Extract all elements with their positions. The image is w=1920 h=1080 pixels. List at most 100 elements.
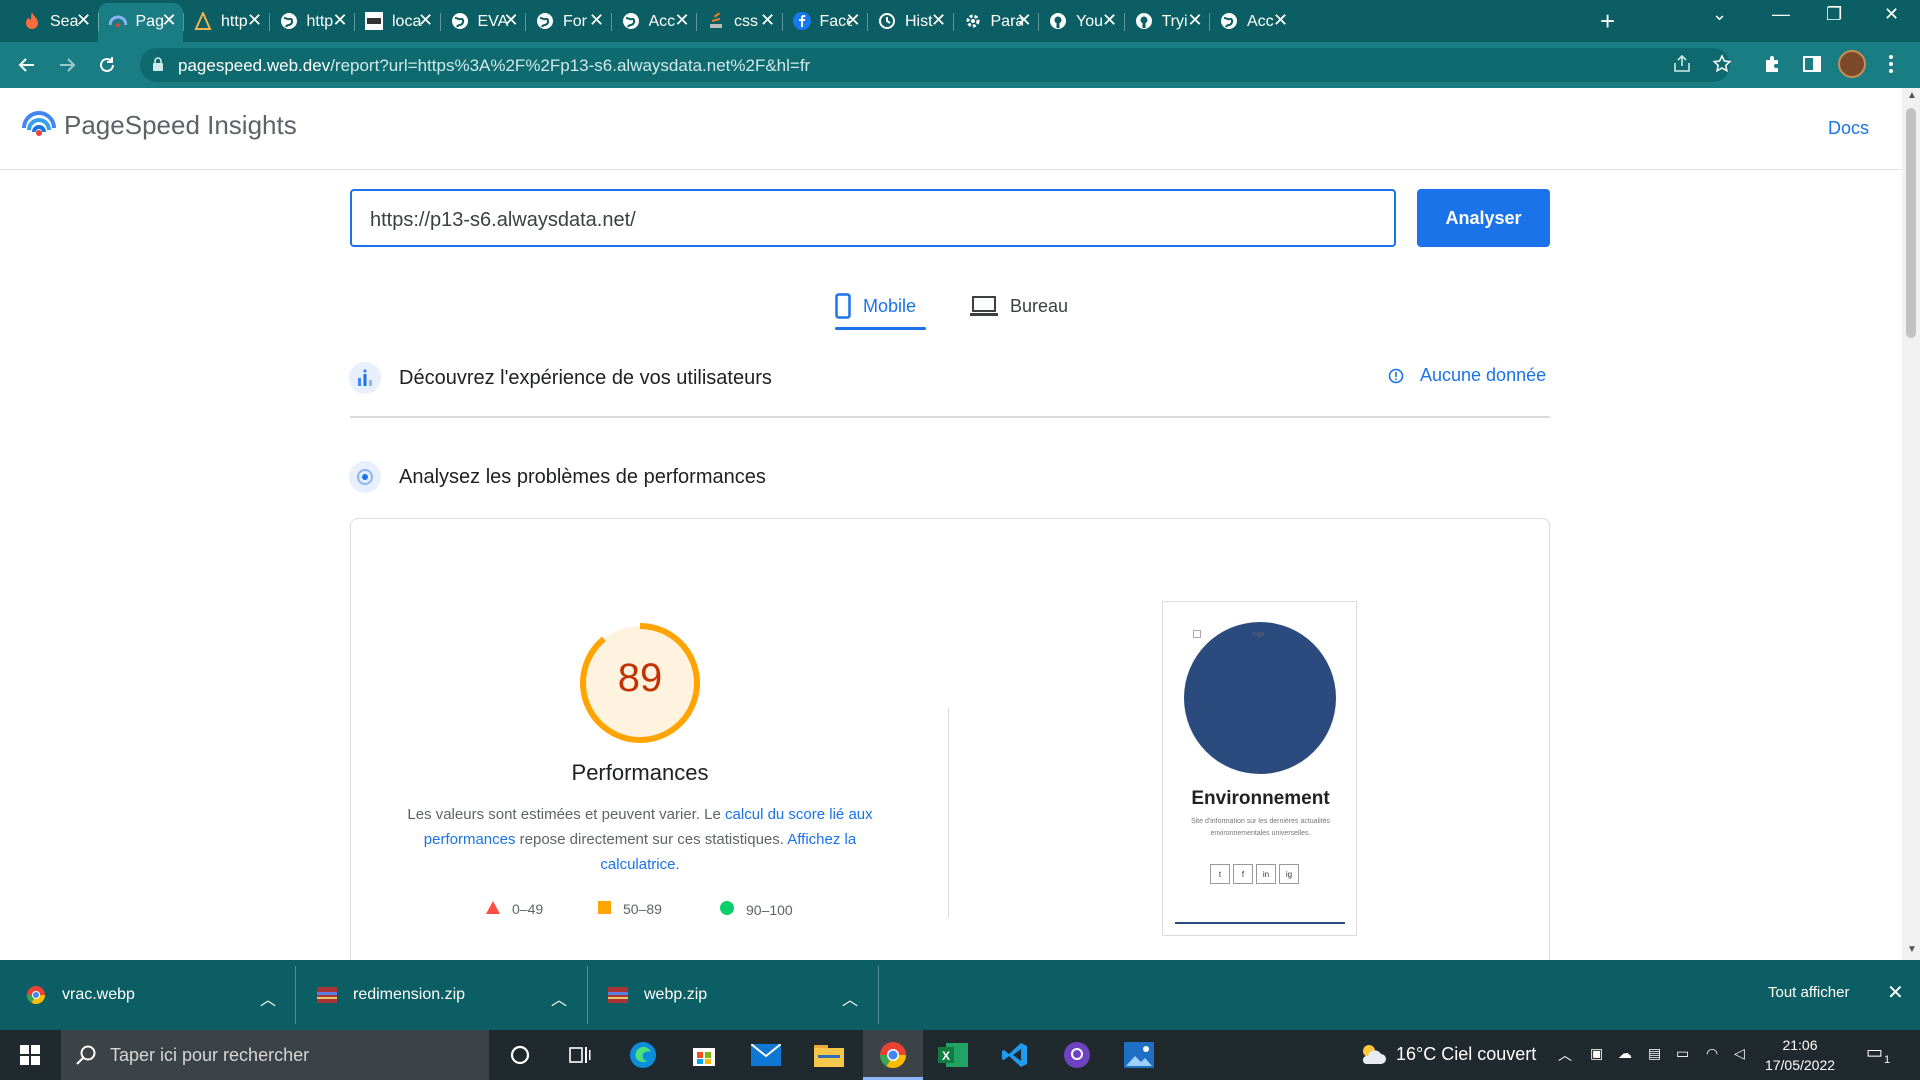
- forward-button[interactable]: [52, 50, 82, 80]
- tab-14[interactable]: Tryi ✕: [1124, 3, 1210, 42]
- close-downloads-icon[interactable]: ✕: [1887, 980, 1904, 1005]
- volume-muted-icon[interactable]: ◁: [1734, 1045, 1745, 1062]
- minimize-button[interactable]: —: [1772, 4, 1790, 25]
- bookmark-star-icon[interactable]: [1712, 54, 1732, 79]
- tab-desktop-label: Bureau: [1010, 295, 1069, 316]
- close-tab-icon[interactable]: ✕: [247, 10, 262, 30]
- profile-avatar[interactable]: [1838, 50, 1866, 78]
- tab-10[interactable]: Face ✕: [782, 3, 868, 42]
- download-name: vrac.webp: [62, 986, 135, 1003]
- windows-start-icon[interactable]: [20, 1045, 40, 1065]
- url-text[interactable]: pagespeed.web.dev/report?url=https%3A%2F…: [178, 56, 810, 76]
- analyse-button[interactable]: Analyser: [1417, 189, 1550, 247]
- close-tab-icon[interactable]: ✕: [76, 10, 91, 30]
- tab-4[interactable]: http ✕: [269, 3, 355, 42]
- download-item[interactable]: webp.zip: [608, 960, 707, 1030]
- onedrive-icon[interactable]: ☁: [1618, 1045, 1632, 1062]
- close-tab-icon[interactable]: ✕: [931, 10, 946, 30]
- wifi-icon[interactable]: ◠: [1706, 1045, 1718, 1062]
- page-scrollbar[interactable]: ▲ ▼: [1902, 88, 1920, 960]
- close-tab-icon[interactable]: ✕: [418, 10, 433, 30]
- close-tab-icon[interactable]: ✕: [333, 10, 348, 30]
- pagespeed-logo-icon[interactable]: [22, 108, 56, 143]
- chrome-taskbar-icon[interactable]: [876, 1038, 910, 1072]
- reload-button[interactable]: [92, 50, 122, 80]
- tab-15[interactable]: Acc ✕: [1209, 3, 1295, 42]
- menu-icon[interactable]: [1888, 54, 1894, 79]
- close-tab-icon[interactable]: ✕: [760, 10, 775, 30]
- docs-link[interactable]: Docs: [1828, 118, 1869, 139]
- tab-9[interactable]: css ✕: [696, 3, 782, 42]
- photos-icon[interactable]: [1122, 1038, 1156, 1072]
- tab-2[interactable]: Pag ✕: [97, 3, 183, 42]
- close-tab-icon[interactable]: ✕: [846, 10, 861, 30]
- close-tab-icon[interactable]: ✕: [504, 10, 519, 30]
- globe-icon: [450, 11, 470, 31]
- download-options[interactable]: ︿: [842, 960, 862, 1030]
- section-title-analyse: Analysez les problèmes de performances: [399, 466, 766, 488]
- tab-12[interactable]: Para ✕: [953, 3, 1039, 42]
- scroll-down-icon[interactable]: ▼: [1907, 944, 1917, 955]
- tab-5[interactable]: loca ✕: [354, 3, 440, 42]
- download-item[interactable]: redimension.zip: [317, 960, 465, 1030]
- tab-6[interactable]: EVA ✕: [440, 3, 526, 42]
- url-input[interactable]: https://p13-s6.alwaysdata.net/: [350, 189, 1396, 247]
- close-tab-icon[interactable]: ✕: [1188, 10, 1203, 30]
- task-view-icon[interactable]: [563, 1038, 597, 1072]
- system-clock[interactable]: 21:06 17/05/2022: [1760, 1035, 1840, 1075]
- close-tab-icon[interactable]: ✕: [675, 10, 690, 30]
- chevron-up-icon[interactable]: ︿: [842, 986, 858, 1010]
- chevron-up-icon[interactable]: ︿: [260, 986, 276, 1010]
- address-bar[interactable]: pagespeed.web.dev/report?url=https%3A%2F…: [140, 48, 1730, 82]
- file-explorer-icon[interactable]: [812, 1038, 846, 1072]
- close-tab-icon[interactable]: ✕: [1273, 10, 1288, 30]
- download-options[interactable]: ︿: [260, 960, 280, 1030]
- close-window-button[interactable]: ✕: [1884, 4, 1899, 25]
- mail-icon[interactable]: [749, 1038, 783, 1072]
- meet-now-icon[interactable]: ▣: [1590, 1045, 1603, 1062]
- tab-search-icon[interactable]: ⌄: [1712, 4, 1727, 25]
- tab-3[interactable]: http ✕: [183, 3, 269, 42]
- scroll-up-icon[interactable]: ▲: [1907, 90, 1917, 101]
- performance-description: Les valeurs sont estimées et peuvent var…: [400, 802, 880, 877]
- lock-icon[interactable]: [152, 57, 164, 76]
- close-tab-icon[interactable]: ✕: [162, 10, 177, 30]
- edge-icon[interactable]: [626, 1038, 660, 1072]
- fire-icon: [22, 11, 42, 31]
- close-tab-icon[interactable]: ✕: [589, 10, 604, 30]
- vscode-icon[interactable]: [998, 1038, 1032, 1072]
- download-options[interactable]: ︿: [551, 960, 571, 1030]
- close-tab-icon[interactable]: ✕: [1102, 10, 1117, 30]
- tab-1[interactable]: Sea ✕: [12, 3, 98, 42]
- side-panel-icon[interactable]: [1802, 54, 1822, 79]
- scroll-thumb[interactable]: [1906, 108, 1916, 338]
- excel-icon[interactable]: X: [936, 1038, 970, 1072]
- github-desktop-icon[interactable]: [1060, 1038, 1094, 1072]
- chevron-up-icon[interactable]: ︿: [551, 986, 567, 1010]
- extensions-icon[interactable]: [1762, 54, 1782, 79]
- microsoft-store-icon[interactable]: [687, 1038, 721, 1072]
- tab-separator: [439, 13, 441, 31]
- tab-11[interactable]: Hist ✕: [867, 3, 953, 42]
- cortana-icon[interactable]: [503, 1038, 537, 1072]
- show-all-downloads-button[interactable]: Tout afficher: [1768, 984, 1849, 1001]
- archive-icon: [317, 987, 337, 1003]
- tab-8[interactable]: Acc ✕: [611, 3, 697, 42]
- security-icon[interactable]: ▤: [1648, 1045, 1661, 1062]
- no-data-link[interactable]: Aucune donnée: [1388, 365, 1546, 386]
- new-tab-button[interactable]: +: [1600, 6, 1615, 37]
- weather-widget[interactable]: 16°C Ciel couvert: [1358, 1042, 1536, 1066]
- close-tab-icon[interactable]: ✕: [1017, 10, 1032, 30]
- share-icon[interactable]: [1672, 54, 1692, 79]
- restore-button[interactable]: ❐: [1826, 4, 1842, 25]
- tab-mobile[interactable]: Mobile: [835, 283, 916, 329]
- back-button[interactable]: [12, 50, 42, 80]
- tab-7[interactable]: For ✕: [525, 3, 611, 42]
- download-item[interactable]: vrac.webp: [26, 960, 135, 1030]
- battery-icon[interactable]: ▭: [1676, 1045, 1689, 1062]
- taskbar-search[interactable]: Taper ici pour rechercher: [61, 1030, 489, 1080]
- tab-13[interactable]: You ✕: [1038, 3, 1124, 42]
- chevron-up-icon[interactable]: ︿: [1558, 1045, 1572, 1065]
- tab-desktop[interactable]: Bureau: [970, 283, 1068, 329]
- notifications-icon[interactable]: ▭: [1866, 1042, 1883, 1063]
